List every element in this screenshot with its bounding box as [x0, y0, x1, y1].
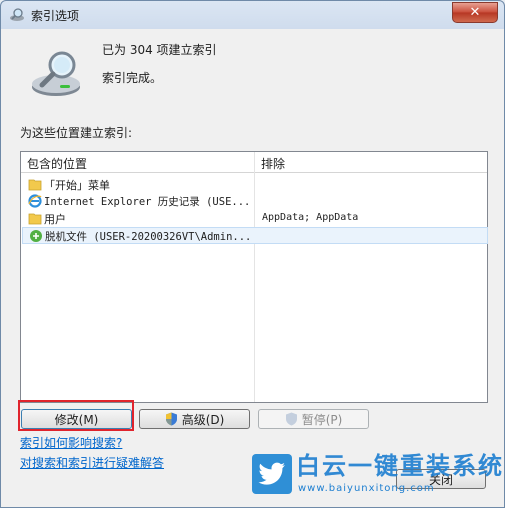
advanced-button[interactable]: 高级(D) — [139, 409, 250, 429]
pause-button[interactable]: 暂停(P) — [258, 409, 369, 429]
folder-icon — [28, 213, 42, 225]
watermark-title: 白云一键重装系统 — [296, 452, 504, 480]
column-header-included[interactable]: 包含的位置 — [27, 155, 87, 172]
indexed-count-text: 已为 304 项建立索引 — [102, 43, 217, 57]
indexed-locations-list[interactable]: 包含的位置 排除 「开始」菜单 Internet Explorer 历史记录 (… — [20, 151, 488, 403]
advanced-button-label: 高级(D) — [181, 412, 225, 427]
troubleshoot-search-link[interactable]: 对搜索和索引进行疑难解答 — [20, 454, 164, 471]
close-icon: ✕ — [469, 5, 481, 20]
offline-files-icon — [30, 230, 42, 242]
watermark-url: www.baiyunxitong.com — [298, 483, 435, 494]
how-indexing-affects-search-link[interactable]: 索引如何影响搜索? — [20, 434, 122, 451]
uac-shield-icon — [285, 412, 297, 426]
window-title: 索引选项 — [31, 9, 80, 23]
list-item[interactable]: 「开始」菜单 — [22, 176, 486, 193]
location-name: 脱机文件 (USER-20200326VT\Admin... — [45, 231, 252, 243]
watermark-logo: 白云一键重装系统 www.baiyunxitong.com — [252, 452, 502, 506]
location-name: 「开始」菜单 — [44, 179, 110, 192]
close-window-button[interactable]: ✕ — [452, 2, 498, 23]
folder-icon — [28, 179, 42, 191]
uac-shield-icon — [165, 412, 177, 426]
dialog-body: 已为 304 项建立索引 索引完成。 为这些位置建立索引: 包含的位置 排除 「… — [8, 29, 497, 501]
index-status-text: 索引完成。 — [102, 71, 163, 85]
modify-button-label: 修改(M) — [54, 412, 99, 427]
location-name: 用户 — [44, 213, 66, 226]
list-item-selected[interactable]: 脱机文件 (USER-20200326VT\Admin... — [22, 227, 488, 244]
twitter-bird-icon — [252, 454, 292, 494]
modify-button[interactable]: 修改(M) — [21, 409, 132, 429]
indexing-drive-icon — [32, 51, 80, 96]
indexing-options-window: 索引选项 ✕ 已为 304 项建立索引 索引完成。 为这些位置建立索引: 包含的… — [0, 0, 505, 508]
indexing-options-icon — [10, 8, 24, 21]
column-header-excluded[interactable]: 排除 — [261, 155, 285, 172]
pause-button-label: 暂停(P) — [301, 412, 343, 427]
exclude-value: AppData; AppData — [262, 212, 359, 223]
list-item[interactable]: 用户 AppData; AppData — [22, 210, 486, 227]
indexed-locations-label: 为这些位置建立索引: — [20, 126, 133, 140]
location-name: Internet Explorer 历史记录 (USE... — [44, 196, 251, 208]
internet-explorer-icon — [28, 194, 42, 208]
list-item[interactable]: Internet Explorer 历史记录 (USE... — [22, 193, 486, 210]
title-bar[interactable]: 索引选项 ✕ — [1, 1, 504, 29]
